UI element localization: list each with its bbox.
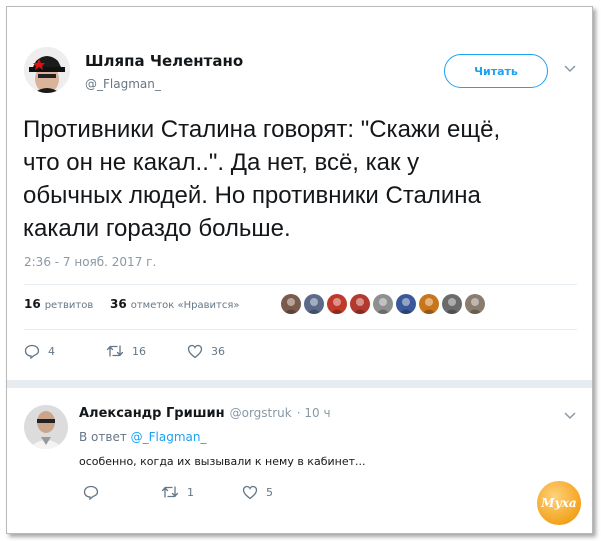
reply-to-prefix: В ответ bbox=[79, 430, 127, 444]
tweet-text-line: Противники Сталина говорят: "Скажи ещё, bbox=[23, 116, 501, 143]
retweets-stat[interactable]: 16 ретвитов bbox=[24, 297, 93, 311]
reply-like-count: 5 bbox=[266, 486, 273, 499]
liker-avatar[interactable] bbox=[442, 294, 462, 314]
author-handle[interactable]: @_Flagman_ bbox=[85, 77, 161, 91]
chevron-down-icon[interactable] bbox=[564, 409, 576, 423]
reply-icon bbox=[83, 485, 99, 500]
reply-text: особенно, когда их вызывали к нему в каб… bbox=[79, 455, 366, 468]
reply-author-name[interactable]: Александр Гришин bbox=[79, 406, 225, 421]
retweets-label: ретвитов bbox=[44, 300, 94, 311]
like-action[interactable]: 36 bbox=[187, 344, 225, 359]
tweet-text-line: какали гораздо больше. bbox=[23, 215, 291, 242]
heart-icon bbox=[242, 485, 258, 500]
liker-avatar[interactable] bbox=[419, 294, 439, 314]
retweet-icon bbox=[161, 485, 179, 499]
reply-action[interactable]: 4 bbox=[24, 344, 55, 359]
reply-to: В ответ @_Flagman_ bbox=[79, 430, 207, 444]
author-avatar[interactable] bbox=[24, 47, 70, 93]
tweet-text-line: обычных людей. Но противники Сталина bbox=[23, 182, 481, 209]
reply-retweet-action[interactable]: 1 bbox=[161, 485, 194, 499]
reply-author-avatar[interactable] bbox=[24, 405, 68, 449]
reply-reply-action[interactable] bbox=[83, 485, 107, 500]
liker-avatar[interactable] bbox=[373, 294, 393, 314]
retweet-count: 16 bbox=[132, 344, 146, 358]
like-count: 36 bbox=[211, 345, 225, 358]
retweets-count: 16 bbox=[24, 297, 41, 311]
liker-avatar[interactable] bbox=[281, 294, 301, 314]
likes-label: отметок «Нравится» bbox=[130, 300, 240, 311]
retweet-action[interactable]: 16 bbox=[106, 344, 146, 358]
author-name[interactable]: Шляпа Челентано bbox=[85, 52, 243, 70]
reply-like-action[interactable]: 5 bbox=[242, 485, 273, 500]
reply-author-handle[interactable]: @orgstruk bbox=[230, 406, 292, 420]
likes-count: 36 bbox=[110, 297, 127, 311]
tweet-text: Противники Сталина говорят: "Скажи ещё, … bbox=[23, 113, 553, 245]
section-separator bbox=[7, 380, 592, 388]
reply-count: 4 bbox=[48, 345, 55, 358]
likes-stat[interactable]: 36 отметок «Нравится» bbox=[110, 297, 239, 311]
reply-icon bbox=[24, 344, 40, 359]
reply-age[interactable]: · 10 ч bbox=[297, 406, 331, 420]
reply-header: Александр Гришин @orgstruk · 10 ч bbox=[79, 406, 331, 421]
watermark-logo: Муха bbox=[537, 481, 581, 525]
chevron-down-icon[interactable] bbox=[564, 62, 576, 76]
reply-to-handle[interactable]: @_Flagman_ bbox=[131, 430, 207, 444]
retweet-icon bbox=[106, 344, 124, 358]
reply-retweet-count: 1 bbox=[187, 485, 194, 499]
liker-avatar[interactable] bbox=[396, 294, 416, 314]
tweet-text-line: что он не какал..". Да нет, всё, как у bbox=[23, 149, 420, 176]
liker-avatar[interactable] bbox=[304, 294, 324, 314]
tweet-timestamp[interactable]: 2:36 - 7 нояб. 2017 г. bbox=[24, 255, 156, 269]
likers-avatars bbox=[281, 294, 485, 314]
heart-icon bbox=[187, 344, 203, 359]
follow-button[interactable]: Читать bbox=[444, 54, 548, 88]
divider bbox=[24, 284, 577, 285]
liker-avatar[interactable] bbox=[465, 294, 485, 314]
liker-avatar[interactable] bbox=[327, 294, 347, 314]
tweet-card: Шляпа Челентано @_Flagman_ Читать Против… bbox=[6, 6, 593, 534]
divider bbox=[24, 329, 577, 330]
liker-avatar[interactable] bbox=[350, 294, 370, 314]
